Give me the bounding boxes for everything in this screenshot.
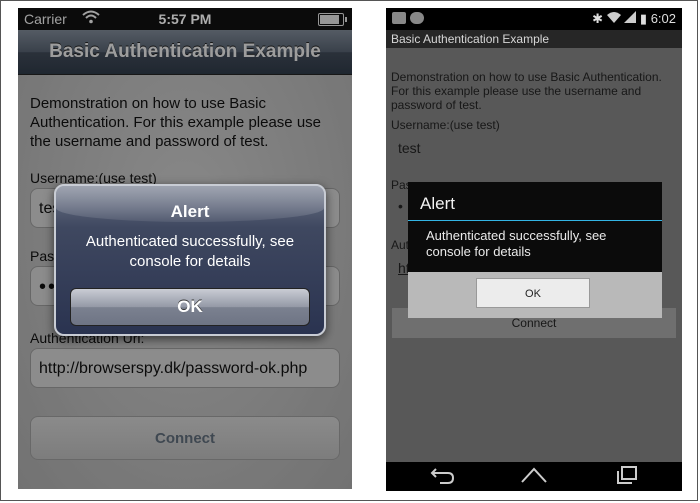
ios-phone-screen: Carrier 5:57 PM Basic Authentication Exa…	[18, 8, 352, 489]
android-title-bar: Basic Authentication Example	[386, 30, 682, 48]
android-robot-icon	[410, 12, 424, 24]
recent-apps-icon[interactable]	[616, 465, 638, 490]
alert-message: Authenticated successfully, see console …	[426, 228, 607, 259]
alert-title: Alert	[170, 202, 210, 221]
battery-icon: ▮	[639, 11, 648, 26]
alert-message: Authenticated successfully, see console …	[85, 233, 295, 270]
alert-title: Alert	[420, 194, 455, 213]
back-icon[interactable]	[430, 465, 456, 490]
android-alert-dialog: Alert Authenticated successfully, see co…	[408, 182, 662, 318]
status-time: 6:02	[650, 11, 676, 26]
signal-icon	[624, 11, 640, 26]
bluetooth-icon: ✱	[592, 11, 604, 26]
alert-title-divider	[408, 220, 662, 221]
alert-ok-button[interactable]: OK	[70, 288, 310, 326]
alert-ok-button[interactable]: OK	[476, 278, 590, 308]
home-icon[interactable]	[520, 465, 548, 490]
wifi-icon	[606, 11, 625, 26]
ios-alert-dialog: Alert Authenticated successfully, see co…	[54, 184, 326, 336]
notification-icon	[392, 12, 406, 24]
android-phone-screen: ✱ ▮ 6:02 Basic Authentication Example De…	[386, 8, 682, 491]
android-status-bar: ✱ ▮ 6:02	[386, 8, 682, 30]
android-navigation-bar	[386, 462, 682, 491]
alert-button-bar: OK	[408, 272, 662, 318]
status-right-group: ✱ ▮ 6:02	[592, 11, 676, 27]
